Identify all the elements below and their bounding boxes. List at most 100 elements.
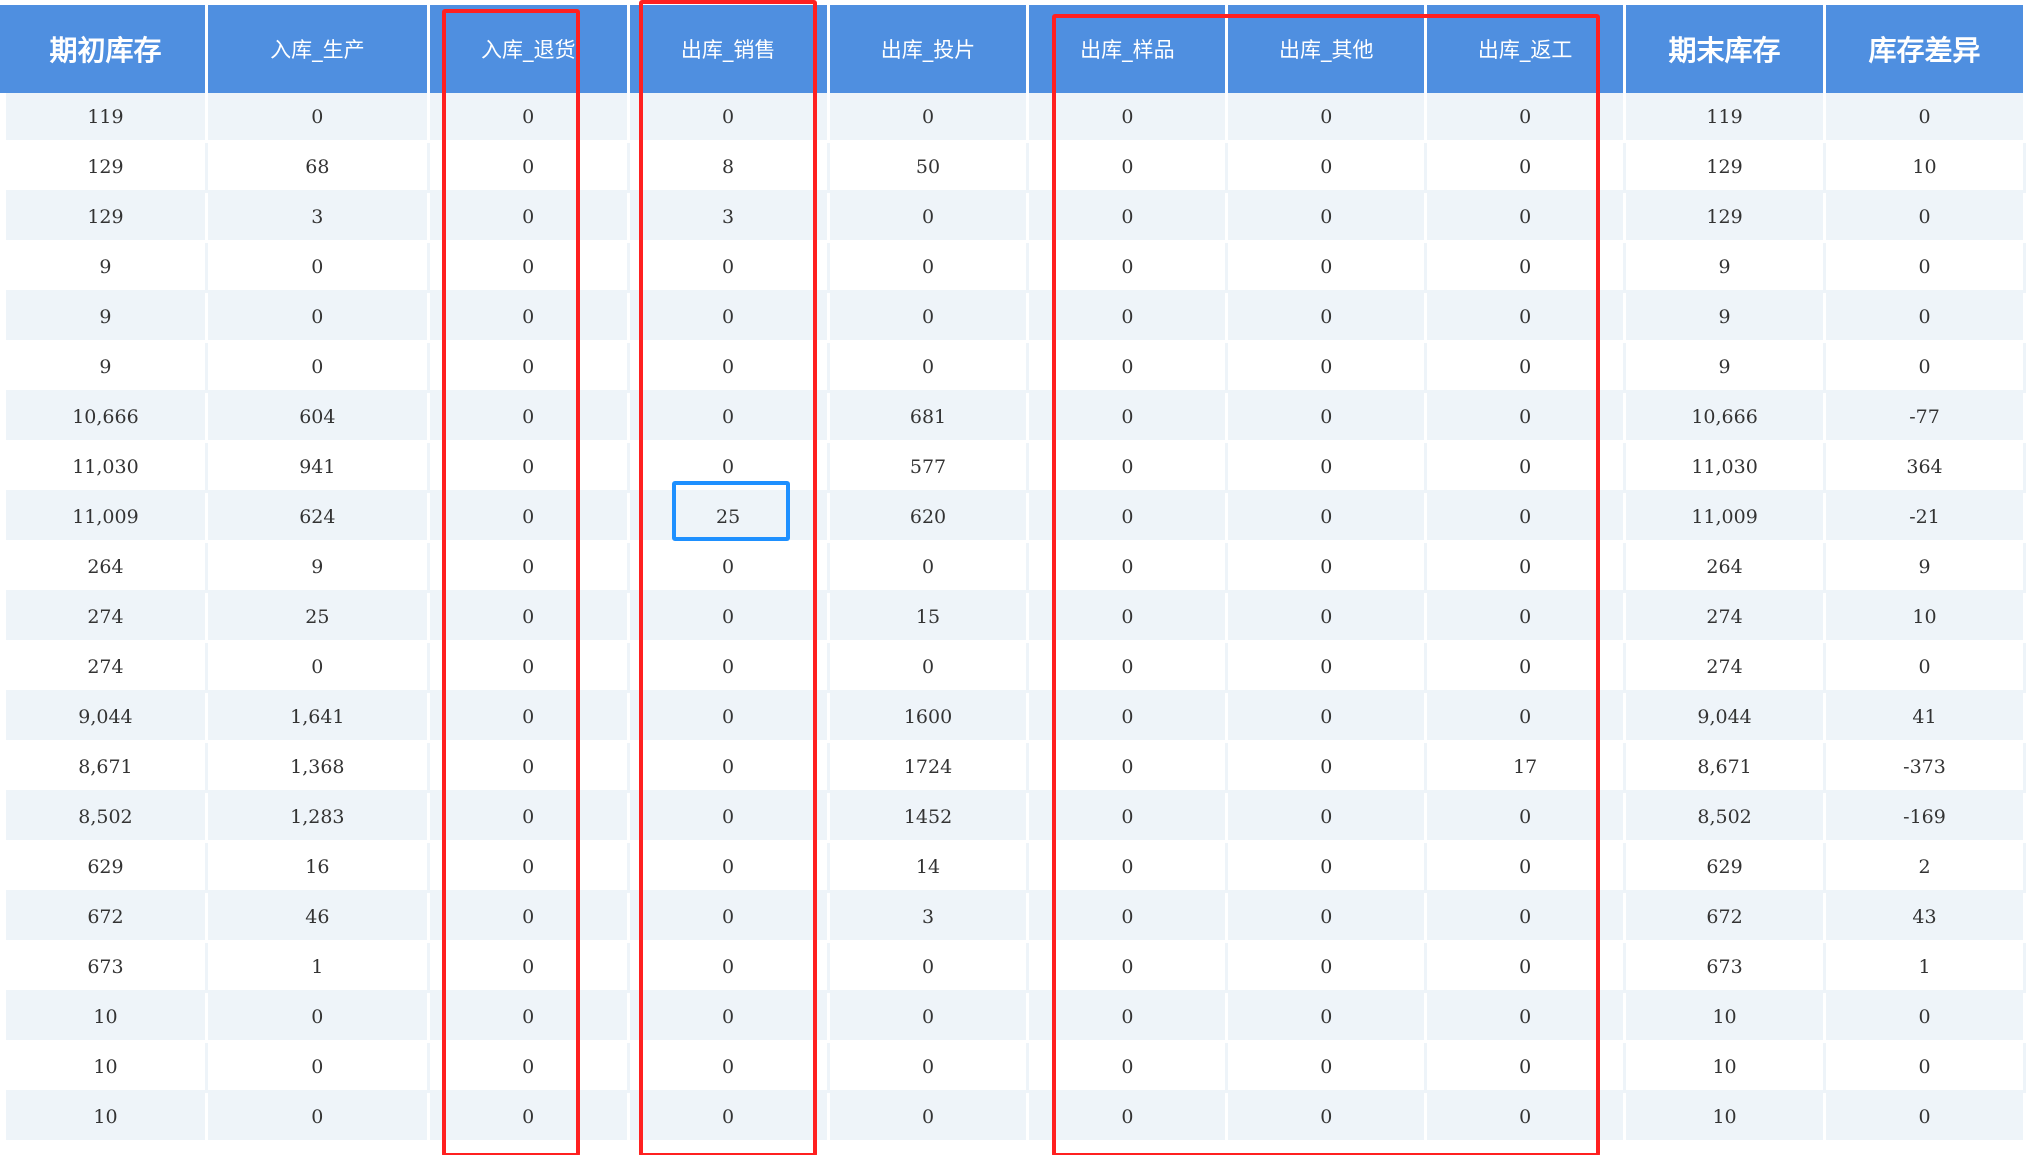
cell-in-production[interactable]: 1	[207, 943, 430, 993]
cell-stock-difference[interactable]: 0	[1826, 993, 2026, 1043]
cell-out-rework[interactable]: 0	[1427, 643, 1627, 693]
cell-out-feed[interactable]: 0	[829, 93, 1030, 143]
cell-in-production[interactable]: 0	[207, 243, 430, 293]
cell-out-feed[interactable]: 0	[829, 343, 1030, 393]
cell-out-sales[interactable]: 0	[629, 743, 830, 793]
cell-out-sales[interactable]: 0	[629, 593, 830, 643]
table-row[interactable]: 673 1 0 0 0 0 0 0 673 1	[6, 943, 2026, 993]
cell-stock-difference[interactable]: 41	[1826, 693, 2026, 743]
cell-opening-stock[interactable]: 9	[6, 243, 208, 293]
cell-closing-stock[interactable]: 10,666	[1626, 393, 1827, 443]
cell-out-other[interactable]: 0	[1228, 693, 1428, 743]
cell-out-sales[interactable]: 0	[629, 1043, 830, 1093]
cell-stock-difference[interactable]: 0	[1826, 343, 2026, 393]
cell-stock-difference[interactable]: -21	[1826, 493, 2026, 543]
cell-stock-difference[interactable]: 0	[1826, 193, 2026, 243]
cell-in-production[interactable]: 941	[207, 443, 430, 493]
cell-out-rework[interactable]: 0	[1427, 593, 1627, 643]
cell-in-production[interactable]: 1,283	[207, 793, 430, 843]
cell-out-sales[interactable]: 0	[629, 843, 830, 893]
cell-opening-stock[interactable]: 8,502	[6, 793, 208, 843]
cell-in-returns[interactable]: 0	[429, 543, 630, 593]
cell-in-production[interactable]: 46	[207, 893, 430, 943]
table-row[interactable]: 9000000090	[6, 293, 2026, 343]
cell-in-production[interactable]: 604	[207, 393, 430, 443]
cell-out-rework[interactable]: 0	[1427, 393, 1627, 443]
cell-out-feed[interactable]: 0	[829, 1043, 1030, 1093]
cell-stock-difference[interactable]: 9	[1826, 543, 2026, 593]
cell-opening-stock[interactable]: 10,666	[6, 393, 208, 443]
cell-in-production[interactable]: 9	[207, 543, 430, 593]
cell-opening-stock[interactable]: 10	[6, 1043, 208, 1093]
cell-out-feed[interactable]: 0	[829, 193, 1030, 243]
cell-out-samples[interactable]: 0	[1029, 543, 1229, 593]
cell-out-samples[interactable]: 0	[1029, 143, 1229, 193]
cell-out-sales[interactable]: 0	[629, 393, 830, 443]
cell-out-rework[interactable]: 0	[1427, 943, 1627, 993]
cell-closing-stock[interactable]: 8,502	[1626, 793, 1827, 843]
cell-opening-stock[interactable]: 10	[6, 1093, 208, 1143]
cell-stock-difference[interactable]: 364	[1826, 443, 2026, 493]
table-row[interactable]: 10 0 0 0 0 0 0 0 10 0	[6, 1093, 2026, 1143]
cell-out-feed[interactable]: 620	[829, 493, 1030, 543]
cell-in-production[interactable]: 0	[207, 993, 430, 1043]
cell-in-returns[interactable]: 0	[429, 143, 630, 193]
cell-in-returns[interactable]: 0	[429, 693, 630, 743]
cell-stock-difference[interactable]: 0	[1826, 1093, 2026, 1143]
cell-closing-stock[interactable]: 11,030	[1626, 443, 1827, 493]
cell-stock-difference[interactable]: 0	[1826, 643, 2026, 693]
cell-closing-stock[interactable]: 629	[1626, 843, 1827, 893]
cell-out-sales[interactable]: 0	[629, 643, 830, 693]
table-row[interactable]: 8,671 1,368 0 0 1724 0 0 17 8,671 -373	[6, 743, 2026, 793]
cell-opening-stock[interactable]: 672	[6, 893, 208, 943]
table-row[interactable]: 11,009 624 0 25 620 0 0 0 11,009 -21	[6, 493, 2026, 543]
cell-in-returns[interactable]: 0	[429, 893, 630, 943]
cell-out-samples[interactable]: 0	[1029, 743, 1229, 793]
cell-out-feed[interactable]: 1452	[829, 793, 1030, 843]
cell-stock-difference[interactable]: 0	[1826, 293, 2026, 343]
cell-out-other[interactable]: 0	[1228, 93, 1428, 143]
cell-out-rework[interactable]: 0	[1427, 893, 1627, 943]
col-header-closing-stock[interactable]: 期末库存	[1626, 5, 1827, 93]
cell-out-samples[interactable]: 0	[1029, 1093, 1229, 1143]
cell-out-samples[interactable]: 0	[1029, 393, 1229, 443]
cell-closing-stock[interactable]: 11,009	[1626, 493, 1827, 543]
cell-out-feed[interactable]: 50	[829, 143, 1030, 193]
col-header-out-rework[interactable]: 出库_返工	[1427, 5, 1627, 93]
cell-in-returns[interactable]: 0	[429, 393, 630, 443]
cell-out-other[interactable]: 0	[1228, 443, 1428, 493]
cell-out-sales[interactable]: 0	[629, 693, 830, 743]
cell-opening-stock[interactable]: 629	[6, 843, 208, 893]
cell-in-production[interactable]: 16	[207, 843, 430, 893]
cell-closing-stock[interactable]: 9,044	[1626, 693, 1827, 743]
cell-closing-stock[interactable]: 672	[1626, 893, 1827, 943]
cell-out-rework[interactable]: 0	[1427, 693, 1627, 743]
cell-out-samples[interactable]: 0	[1029, 843, 1229, 893]
table-row[interactable]: 9000000090	[6, 243, 2026, 293]
cell-closing-stock[interactable]: 10	[1626, 993, 1827, 1043]
cell-stock-difference[interactable]: 10	[1826, 593, 2026, 643]
cell-in-returns[interactable]: 0	[429, 1043, 630, 1093]
cell-out-feed[interactable]: 0	[829, 1093, 1030, 1143]
cell-out-rework[interactable]: 0	[1427, 93, 1627, 143]
cell-closing-stock[interactable]: 129	[1626, 193, 1827, 243]
col-header-out-sales[interactable]: 出库_销售	[629, 5, 830, 93]
cell-in-production[interactable]: 0	[207, 1093, 430, 1143]
cell-in-production[interactable]: 624	[207, 493, 430, 543]
cell-in-returns[interactable]: 0	[429, 243, 630, 293]
cell-out-other[interactable]: 0	[1228, 193, 1428, 243]
cell-stock-difference[interactable]: -373	[1826, 743, 2026, 793]
cell-in-returns[interactable]: 0	[429, 443, 630, 493]
cell-out-rework[interactable]: 0	[1427, 793, 1627, 843]
cell-out-feed[interactable]: 0	[829, 243, 1030, 293]
cell-out-other[interactable]: 0	[1228, 343, 1428, 393]
cell-out-sales[interactable]: 3	[629, 193, 830, 243]
table-row[interactable]: 10 0 0 0 0 0 0 0 10 0	[6, 1043, 2026, 1093]
cell-out-rework[interactable]: 0	[1427, 193, 1627, 243]
cell-closing-stock[interactable]: 129	[1626, 143, 1827, 193]
table-row[interactable]: 629 16 0 0 14 0 0 0 629 2	[6, 843, 2026, 893]
cell-in-production[interactable]: 3	[207, 193, 430, 243]
cell-stock-difference[interactable]: -77	[1826, 393, 2026, 443]
cell-closing-stock[interactable]: 673	[1626, 943, 1827, 993]
cell-out-samples[interactable]: 0	[1029, 243, 1229, 293]
